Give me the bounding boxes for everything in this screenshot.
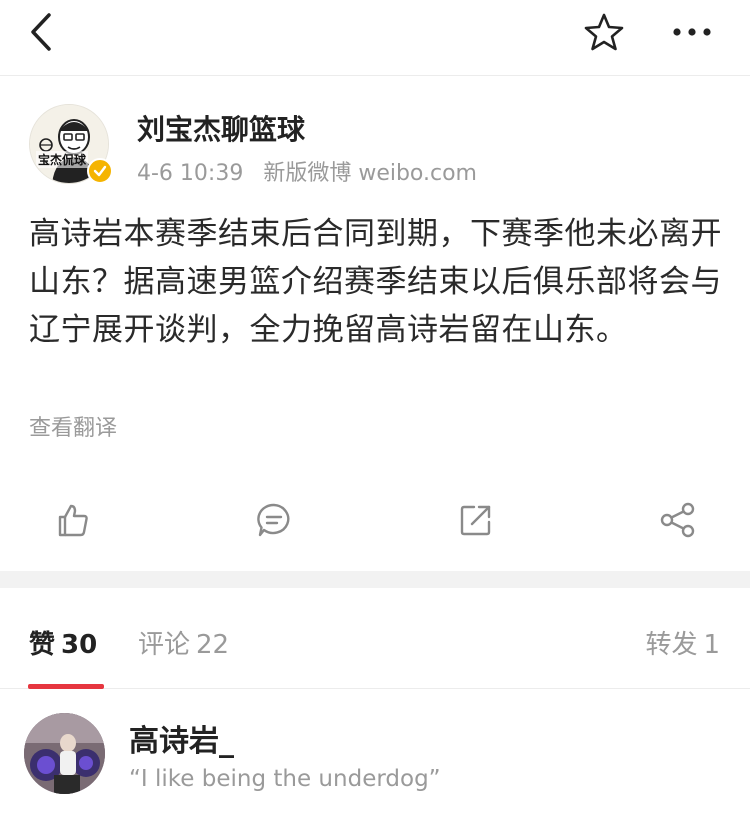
repost-button[interactable] xyxy=(454,498,498,542)
tab-comments[interactable]: 评论 22 xyxy=(138,624,229,661)
liker-bio: “I like being the underdog” xyxy=(129,766,441,792)
post-source[interactable]: 新版微博 weibo.com xyxy=(263,161,477,186)
verified-badge xyxy=(87,158,113,184)
comment-button[interactable] xyxy=(252,498,296,542)
share-icon xyxy=(660,502,695,538)
tab-reposts[interactable]: 转发 1 xyxy=(645,624,720,661)
tab-reposts-label: 转发 xyxy=(645,630,698,660)
liker-avatar[interactable] xyxy=(24,713,105,794)
list-item[interactable]: 高诗岩_ “I like being the underdog” xyxy=(0,690,750,819)
like-button[interactable] xyxy=(50,498,94,542)
more-button[interactable] xyxy=(668,10,716,54)
view-translation-link[interactable]: 查看翻译 xyxy=(29,410,117,442)
favorite-button[interactable] xyxy=(582,10,626,54)
post-header: 宝杰侃球 刘宝杰聊篮球 4-6 10:39 新版微博 weibo.com xyxy=(0,100,750,190)
avatar-text: 宝杰侃球 xyxy=(36,151,89,168)
tab-comments-label: 评论 xyxy=(138,630,191,660)
post-action-bar xyxy=(0,490,750,550)
tab-likes-count: 30 xyxy=(61,630,98,660)
interaction-tabs: 赞 30 评论 22 转发 1 xyxy=(0,588,750,689)
post-text: 高诗岩本赛季结束后合同到期，下赛季他未必离开山东？据高速男篮介绍赛季结束以后俱乐… xyxy=(29,216,722,348)
top-nav-bar xyxy=(0,0,750,76)
tab-comments-count: 22 xyxy=(196,630,230,660)
share-button[interactable] xyxy=(656,498,700,542)
section-divider xyxy=(0,571,750,588)
author-name[interactable]: 刘宝杰聊篮球 xyxy=(137,108,305,148)
liker-name[interactable]: 高诗岩_ xyxy=(129,716,234,760)
post-meta: 4-6 10:39 新版微博 weibo.com xyxy=(137,155,477,187)
checkmark-icon xyxy=(93,165,107,177)
star-outline-icon xyxy=(584,13,624,51)
more-horizontal-icon xyxy=(673,28,711,36)
tab-likes-label: 赞 xyxy=(29,630,56,660)
tab-reposts-count: 1 xyxy=(703,630,720,660)
active-tab-indicator xyxy=(28,684,104,689)
tab-likes[interactable]: 赞 30 xyxy=(29,624,97,661)
chevron-left-icon xyxy=(31,13,51,51)
comment-icon xyxy=(257,503,290,537)
user-photo-icon xyxy=(24,713,105,794)
repost-icon xyxy=(460,505,491,536)
back-button[interactable] xyxy=(22,10,62,54)
post-time: 4-6 10:39 xyxy=(137,161,244,186)
thumbs-up-icon xyxy=(58,504,88,537)
